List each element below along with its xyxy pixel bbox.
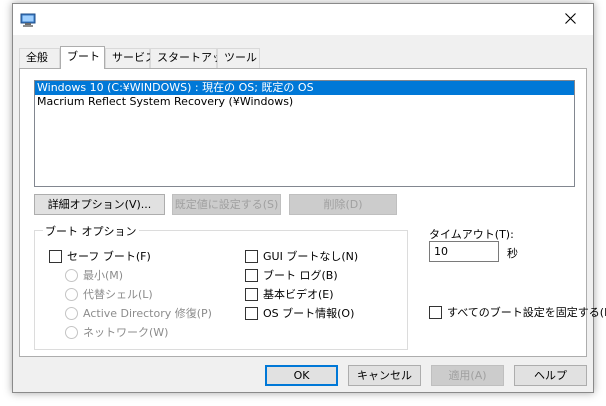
alternate-shell-label: 代替シェル(L) bbox=[83, 288, 153, 301]
make-permanent-checkbox[interactable]: すべてのブート設定を固定する(K) bbox=[429, 304, 606, 320]
boot-tab-panel: Windows 10 (C:¥WINDOWS) : 現在の OS; 既定の OS… bbox=[19, 68, 606, 357]
radio-icon bbox=[65, 268, 78, 282]
ok-button[interactable]: OK bbox=[265, 365, 338, 386]
tab-tools[interactable]: ツール bbox=[217, 48, 260, 68]
radio-icon bbox=[65, 287, 78, 301]
safe-boot-label: セーフ ブート(F) bbox=[67, 250, 151, 263]
tab-general[interactable]: 全般 bbox=[19, 48, 60, 68]
network-label: ネットワーク(W) bbox=[83, 326, 169, 339]
set-default-button[interactable]: 既定値に設定する(S) bbox=[172, 194, 281, 215]
boot-options-title: ブート オプション bbox=[43, 223, 139, 239]
os-list-item[interactable]: Macrium Reflect System Recovery (¥Window… bbox=[35, 95, 574, 109]
advanced-options-button[interactable]: 詳細オプション(V)... bbox=[34, 194, 165, 215]
delete-button[interactable]: 削除(D) bbox=[289, 194, 397, 215]
title-bar bbox=[13, 4, 593, 35]
tab-startup[interactable]: スタートアップ bbox=[150, 48, 234, 68]
timeout-unit: 秒 bbox=[507, 247, 518, 260]
base-video-label: 基本ビデオ(E) bbox=[263, 288, 334, 301]
close-button[interactable] bbox=[547, 4, 593, 35]
msconfig-app-icon bbox=[20, 12, 36, 28]
timeout-label: タイムアウト(T): bbox=[429, 228, 514, 241]
make-permanent-label: すべてのブート設定を固定する(K) bbox=[447, 306, 606, 319]
checkbox-icon bbox=[245, 287, 258, 301]
tab-boot[interactable]: ブート bbox=[60, 46, 105, 69]
network-radio[interactable]: ネットワーク(W) bbox=[65, 324, 168, 340]
no-gui-boot-checkbox[interactable]: GUI ブートなし(N) bbox=[245, 248, 358, 264]
help-button[interactable]: ヘルプ bbox=[514, 365, 587, 386]
active-directory-repair-radio[interactable]: Active Directory 修復(P) bbox=[65, 305, 212, 321]
boot-log-label: ブート ログ(B) bbox=[263, 269, 338, 282]
os-list-item[interactable]: Windows 10 (C:¥WINDOWS) : 現在の OS; 既定の OS bbox=[35, 81, 574, 95]
checkbox-icon bbox=[429, 305, 442, 319]
alternate-shell-radio[interactable]: 代替シェル(L) bbox=[65, 286, 153, 302]
tab-services[interactable]: サービス bbox=[105, 48, 156, 68]
checkbox-icon bbox=[245, 268, 258, 282]
active-directory-repair-label: Active Directory 修復(P) bbox=[83, 307, 212, 320]
system-configuration-window: 全般 ブート サービス スタートアップ ツール Windows 10 (C:¥W… bbox=[12, 3, 606, 393]
safe-boot-checkbox[interactable]: セーフ ブート(F) bbox=[49, 248, 151, 264]
close-icon bbox=[564, 12, 576, 27]
boot-options-group: ブート オプション セーフ ブート(F) 最小(M) 代替シェル(L) Acti… bbox=[34, 223, 408, 350]
os-boot-info-checkbox[interactable]: OS ブート情報(O) bbox=[245, 305, 354, 321]
apply-button[interactable]: 適用(A) bbox=[431, 365, 504, 386]
radio-icon bbox=[65, 325, 78, 339]
os-list[interactable]: Windows 10 (C:¥WINDOWS) : 現在の OS; 既定の OS… bbox=[34, 80, 575, 187]
boot-log-checkbox[interactable]: ブート ログ(B) bbox=[245, 267, 338, 283]
checkbox-icon bbox=[245, 249, 258, 263]
os-boot-info-label: OS ブート情報(O) bbox=[263, 307, 355, 320]
timeout-input[interactable] bbox=[429, 241, 499, 262]
checkbox-icon bbox=[245, 306, 258, 320]
base-video-checkbox[interactable]: 基本ビデオ(E) bbox=[245, 286, 334, 302]
radio-icon bbox=[65, 306, 78, 320]
minimal-radio[interactable]: 最小(M) bbox=[65, 267, 123, 283]
minimal-label: 最小(M) bbox=[83, 269, 124, 282]
cancel-button[interactable]: キャンセル bbox=[348, 365, 421, 386]
checkbox-icon bbox=[49, 249, 62, 263]
no-gui-boot-label: GUI ブートなし(N) bbox=[263, 250, 359, 263]
